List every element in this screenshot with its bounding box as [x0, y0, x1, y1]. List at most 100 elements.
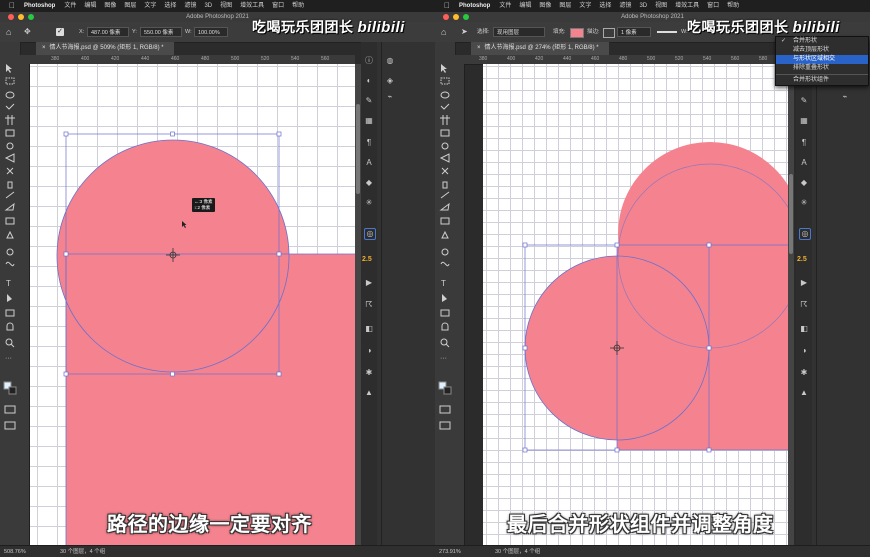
libraries-icon[interactable]: ◍	[385, 56, 395, 66]
zoom-level[interactable]: 273.91%	[439, 546, 461, 557]
document-info[interactable]: 30 个图层，4 个组	[60, 546, 105, 557]
character-icon[interactable]: A	[799, 158, 809, 168]
menu-help[interactable]: 帮助	[292, 0, 304, 12]
color-panel-icon[interactable]: ◐	[364, 76, 374, 86]
reference-point-checkbox[interactable]: ✓	[56, 28, 64, 36]
actions-icon[interactable]: ☈	[799, 300, 809, 310]
menu-image[interactable]: 图像	[104, 0, 116, 12]
paths-icon[interactable]: ⌁	[385, 92, 395, 102]
menu-help[interactable]: 帮助	[727, 0, 739, 12]
close-tab-icon[interactable]: ×	[42, 45, 46, 51]
paragraph-icon[interactable]: ¶	[799, 138, 809, 148]
document-canvas[interactable]	[483, 64, 788, 545]
brush-panel-icon[interactable]: ✎	[799, 96, 809, 106]
apple-icon[interactable]: 	[9, 2, 19, 10]
menu-edit[interactable]: 编辑	[519, 0, 531, 12]
panel-value-label[interactable]: 2.5	[797, 256, 807, 263]
menu-3d[interactable]: 3D	[639, 0, 647, 12]
document-canvas[interactable]: ↔:3 像素 ↕:2 像素	[30, 64, 355, 545]
layers-comp-icon[interactable]: ◑	[799, 346, 809, 356]
menu-window[interactable]: 窗口	[272, 0, 284, 12]
menu-view[interactable]: 视图	[655, 0, 667, 12]
play-icon[interactable]: ▶	[799, 278, 809, 288]
menu-view[interactable]: 视图	[220, 0, 232, 12]
layers-icon[interactable]: ◈	[385, 76, 395, 86]
timeline-icon[interactable]: ▲	[799, 388, 809, 398]
menu-select[interactable]: 选择	[599, 0, 611, 12]
properties-icon[interactable]: ◧	[799, 324, 809, 334]
menu-plugins[interactable]: 增效工具	[675, 0, 699, 12]
history-icon[interactable]: ✳	[364, 198, 374, 208]
stroke-width-field[interactable]: 1 像素	[617, 27, 651, 37]
menu-type[interactable]: 文字	[144, 0, 156, 12]
home-icon[interactable]: ⌂	[6, 27, 16, 37]
x-position-field[interactable]: 487.00 像素	[87, 27, 129, 37]
styles-icon[interactable]: ✱	[364, 368, 374, 378]
maximize-window-button[interactable]	[28, 14, 34, 20]
move-tool-icon[interactable]: ✥	[24, 27, 34, 37]
menu-layer[interactable]: 图层	[124, 0, 136, 12]
y-position-field[interactable]: 550.00 像素	[140, 27, 182, 37]
timeline-icon[interactable]: ▲	[364, 388, 374, 398]
active-panel-icon[interactable]: ◎	[799, 228, 811, 240]
paragraph-icon[interactable]: ¶	[364, 138, 374, 148]
menu-plugins[interactable]: 增效工具	[240, 0, 264, 12]
menu-select[interactable]: 选择	[164, 0, 176, 12]
menu-layer[interactable]: 图层	[559, 0, 571, 12]
home-icon[interactable]: ⌂	[441, 27, 451, 37]
scrollbar-thumb[interactable]	[356, 104, 360, 194]
minimize-window-button[interactable]	[453, 14, 459, 20]
menu-file[interactable]: 文件	[499, 0, 511, 12]
menu-3d[interactable]: 3D	[204, 0, 212, 12]
fill-color-swatch[interactable]	[570, 28, 584, 38]
brush-panel-icon[interactable]: ✎	[364, 96, 374, 106]
swatches-icon[interactable]: ▦	[364, 116, 374, 126]
active-panel-icon[interactable]: ◎	[364, 228, 376, 240]
menu-item-subtract-front-shape[interactable]: 减去顶层形状	[776, 46, 868, 55]
document-tab[interactable]: × 情人节海报.psd @ 274% (矩形 1, RGB/8) *	[471, 42, 609, 55]
info-icon[interactable]: ⓘ	[364, 56, 374, 66]
actions-icon[interactable]: ☈	[364, 300, 374, 310]
shape-artwork[interactable]	[483, 64, 788, 545]
path-selection-tool-icon[interactable]: ➤	[461, 27, 471, 37]
play-icon[interactable]: ▶	[364, 278, 374, 288]
adjustments-icon[interactable]: ◆	[364, 178, 374, 188]
document-tab[interactable]: × 情人节海报.psd @ 509% (矩形 1, RGB/8) *	[36, 42, 174, 55]
select-mode-dropdown[interactable]: 现用图层	[493, 27, 545, 37]
shape-artwork[interactable]	[30, 64, 355, 545]
menu-app-name[interactable]: Photoshop	[459, 0, 490, 12]
menu-item-combine-shapes[interactable]: ✓ 合并形状	[776, 37, 868, 46]
swatches-icon[interactable]: ▦	[799, 116, 809, 126]
paths-icon[interactable]: ⌁	[840, 92, 850, 102]
layers-comp-icon[interactable]: ◑	[364, 346, 374, 356]
stroke-color-swatch[interactable]	[603, 28, 615, 38]
menu-file[interactable]: 文件	[64, 0, 76, 12]
panel-value-label[interactable]: 2.5	[362, 256, 372, 263]
close-window-button[interactable]	[443, 14, 449, 20]
menu-app-name[interactable]: Photoshop	[24, 0, 55, 12]
rectangle-shape[interactable]	[66, 254, 355, 545]
close-window-button[interactable]	[8, 14, 14, 20]
character-icon[interactable]: A	[364, 158, 374, 168]
styles-icon[interactable]: ✱	[799, 368, 809, 378]
minimize-window-button[interactable]	[18, 14, 24, 20]
history-icon[interactable]: ✳	[799, 198, 809, 208]
tools-icons[interactable]: T ···	[0, 42, 20, 545]
menu-item-exclude-overlapping[interactable]: 排除重叠形状	[776, 64, 868, 73]
menu-window[interactable]: 窗口	[707, 0, 719, 12]
vertical-scrollbar[interactable]	[788, 64, 794, 545]
menu-item-merge-shape-components[interactable]: 合并形状组件	[776, 76, 868, 85]
menu-item-intersect-shape-areas[interactable]: 与形状区域相交	[776, 55, 868, 64]
menu-edit[interactable]: 编辑	[84, 0, 96, 12]
menu-image[interactable]: 图像	[539, 0, 551, 12]
menu-filter[interactable]: 滤镜	[184, 0, 196, 12]
adjustments-icon[interactable]: ◆	[799, 178, 809, 188]
scrollbar-thumb[interactable]	[789, 174, 793, 254]
apple-icon[interactable]: 	[444, 2, 454, 10]
stroke-type-selector[interactable]	[657, 31, 677, 33]
rectangle-shape[interactable]	[617, 244, 788, 450]
document-info[interactable]: 30 个图层，4 个组	[495, 546, 540, 557]
tools-icons[interactable]: T ···	[435, 42, 455, 545]
menu-type[interactable]: 文字	[579, 0, 591, 12]
maximize-window-button[interactable]	[463, 14, 469, 20]
